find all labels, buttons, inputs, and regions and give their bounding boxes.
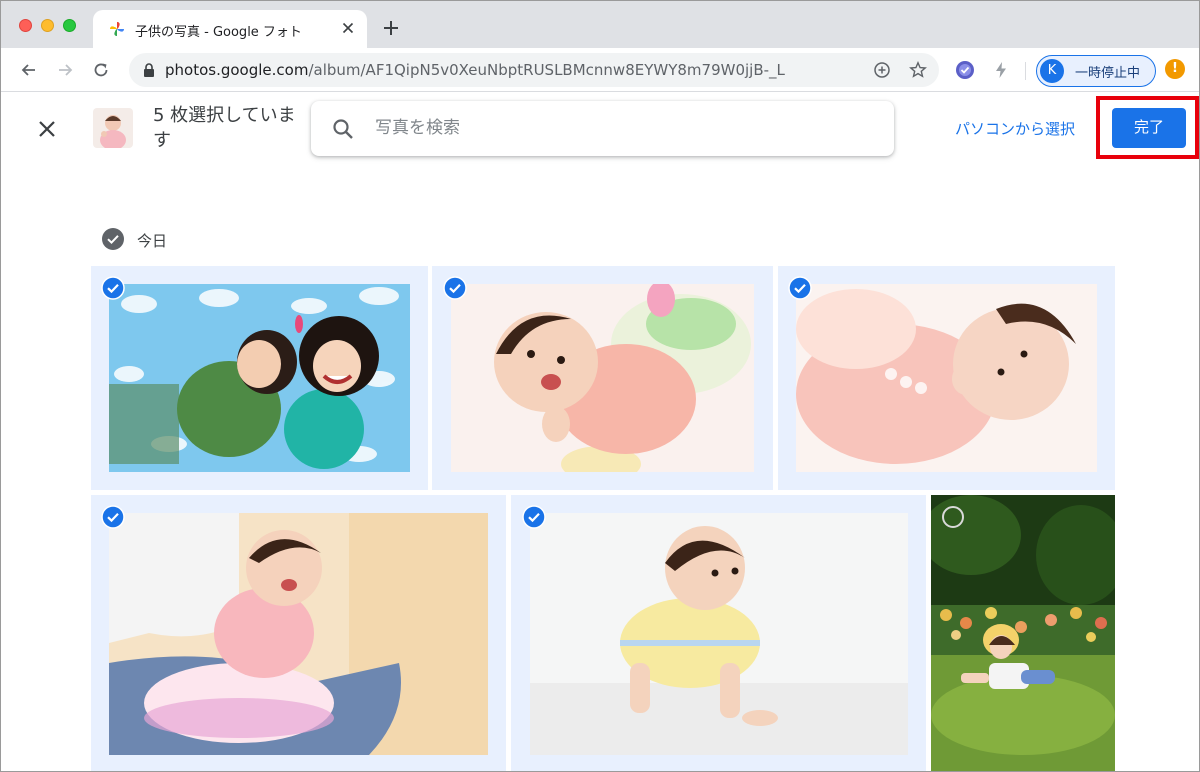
photo-baby-smiling <box>451 284 754 472</box>
selected-check-icon[interactable] <box>443 276 467 300</box>
address-bar[interactable]: photos.google.com/album/AF1QipN5v0XeuNbp… <box>129 53 939 87</box>
photo-tile[interactable] <box>91 495 506 771</box>
bookmark-star-icon[interactable] <box>909 61 927 79</box>
selected-check-icon[interactable] <box>522 505 546 529</box>
selected-check-icon[interactable] <box>788 276 812 300</box>
tab-strip: 子供の写真 - Google フォト <box>1 1 1199 48</box>
select-from-computer-link[interactable]: パソコンから選択 <box>955 118 1075 139</box>
minimize-window-button[interactable] <box>41 19 54 32</box>
photo-baby-lying <box>796 284 1097 472</box>
search-input[interactable] <box>375 115 855 141</box>
photo-baby-on-lap <box>109 513 488 755</box>
photo-tile[interactable] <box>511 495 926 771</box>
google-photos-icon <box>110 22 124 36</box>
url-path: /album/AF1QipN5v0XeuNbptRUSLBMcnnw8EYWY8… <box>308 61 785 79</box>
browser-tab[interactable]: 子供の写真 - Google フォト <box>93 10 367 48</box>
browser-window: 子供の写真 - Google フォト photos.google.com/alb… <box>0 0 1200 772</box>
unselected-circle-icon[interactable] <box>941 505 965 529</box>
forward-arrow-icon[interactable] <box>55 60 75 80</box>
photo-tile[interactable] <box>91 266 428 490</box>
update-alert-icon[interactable]: ! <box>1165 59 1185 79</box>
photo-girl-on-grass <box>931 495 1115 771</box>
search-box[interactable] <box>311 101 894 156</box>
profile-avatar: K <box>1040 59 1064 83</box>
album-thumbnail <box>93 108 133 148</box>
photo-kids-laughing <box>109 284 410 472</box>
zoom-plus-icon[interactable] <box>873 61 891 79</box>
date-select-check-icon[interactable] <box>102 228 124 250</box>
photo-tile[interactable] <box>432 266 773 490</box>
toolbar-divider <box>1025 62 1026 80</box>
back-arrow-icon[interactable] <box>19 60 39 80</box>
album-thumbnail-image <box>93 108 133 148</box>
tab-title: 子供の写真 - Google フォト <box>135 25 302 40</box>
url-text: photos.google.com/album/AF1QipN5v0XeuNbp… <box>165 61 785 79</box>
browser-toolbar: photos.google.com/album/AF1QipN5v0XeuNbp… <box>1 48 1199 92</box>
search-icon <box>333 119 353 139</box>
profile-button[interactable]: K 一時停止中 <box>1036 55 1156 87</box>
url-host: photos.google.com <box>165 61 309 79</box>
close-tab-icon[interactable] <box>339 19 357 37</box>
lightning-extension-icon[interactable] <box>991 60 1011 80</box>
selected-count-label: 5 枚選択していま す <box>153 105 296 151</box>
reload-icon[interactable] <box>91 60 111 80</box>
photo-tile[interactable] <box>778 266 1115 490</box>
date-section-label: 今日 <box>137 232 168 250</box>
photo-tile[interactable] <box>931 495 1115 771</box>
new-tab-icon[interactable] <box>381 18 401 38</box>
photo-baby-crawling <box>530 513 908 755</box>
selected-check-icon[interactable] <box>101 505 125 529</box>
close-window-button[interactable] <box>19 19 32 32</box>
profile-status-label: 一時停止中 <box>1075 66 1141 81</box>
zoom-window-button[interactable] <box>63 19 76 32</box>
extension-check-icon[interactable] <box>955 60 975 80</box>
lock-icon <box>144 63 154 77</box>
done-button[interactable]: 完了 <box>1112 108 1186 148</box>
close-selection-icon[interactable] <box>35 117 59 141</box>
selected-check-icon[interactable] <box>101 276 125 300</box>
